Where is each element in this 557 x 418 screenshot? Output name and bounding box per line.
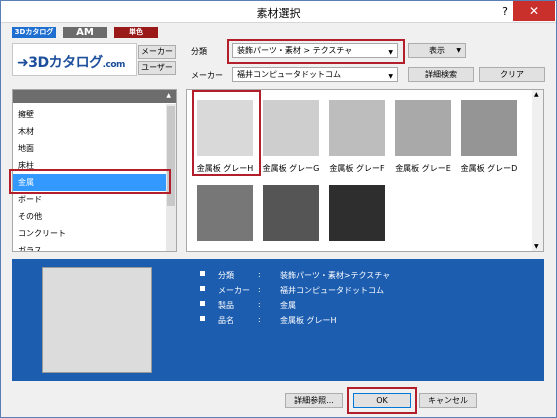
info-key: 品名 bbox=[218, 316, 234, 325]
tab-am[interactable]: AM bbox=[63, 27, 107, 38]
info-separator: : bbox=[258, 285, 261, 294]
material-label: 金属板 グレーH bbox=[196, 164, 254, 173]
category-label: 分類 bbox=[191, 47, 207, 56]
category-scrollbar[interactable] bbox=[166, 104, 176, 251]
material-swatch[interactable] bbox=[395, 100, 451, 156]
material-label: 金属板 グレーE bbox=[395, 164, 451, 173]
material-swatch[interactable] bbox=[263, 100, 319, 156]
material-swatch[interactable] bbox=[461, 100, 517, 156]
info-value: 福井コンピュータドットコム bbox=[280, 286, 384, 295]
catalog-logo: ➜3Dカタログ.com bbox=[12, 43, 137, 76]
info-separator: : bbox=[258, 270, 261, 279]
bullet-icon bbox=[200, 301, 205, 306]
category-item[interactable]: 金属 bbox=[13, 174, 166, 191]
material-select-dialog: 素材選択 ? ✕ 3Dカタログ AM 単色 ➜3Dカタログ.com メーカー ユ… bbox=[0, 0, 557, 418]
category-item[interactable]: 地面 bbox=[13, 140, 166, 157]
category-list[interactable]: ▲ 擁壁 木材 地面 床柱 金属 ボード その他 コンクリート ガラス bbox=[12, 89, 177, 252]
material-swatch[interactable] bbox=[329, 185, 385, 241]
tab-solid-color[interactable]: 単色 bbox=[114, 27, 158, 38]
info-separator: : bbox=[258, 300, 261, 309]
category-select[interactable]: 装飾パーツ・素材 > テクスチャ ▼ bbox=[232, 43, 398, 58]
bullet-icon bbox=[200, 286, 205, 291]
category-item[interactable]: ボード bbox=[13, 191, 166, 208]
close-button[interactable]: ✕ bbox=[513, 1, 555, 21]
detail-reference-button[interactable]: 詳細参照... bbox=[285, 393, 343, 408]
material-swatch[interactable] bbox=[263, 185, 319, 241]
material-swatch[interactable] bbox=[197, 185, 253, 241]
info-value: 金属 bbox=[280, 301, 296, 310]
chevron-up-icon[interactable]: ▲ bbox=[534, 91, 539, 98]
material-swatch[interactable] bbox=[197, 100, 253, 156]
help-button[interactable]: ? bbox=[497, 5, 513, 18]
cancel-button[interactable]: キャンセル bbox=[419, 393, 477, 408]
category-item[interactable]: 床柱 bbox=[13, 157, 166, 174]
info-row: 製品: 金属 bbox=[200, 300, 500, 312]
material-swatch[interactable] bbox=[329, 100, 385, 156]
maker-label: メーカー bbox=[191, 71, 223, 80]
chevron-down-icon[interactable]: ▼ bbox=[534, 243, 539, 250]
title-bar: 素材選択 ? ✕ bbox=[1, 1, 556, 23]
maker-select[interactable]: 福井コンピュータドットコム ▼ bbox=[232, 67, 398, 82]
category-item[interactable]: コンクリート bbox=[13, 225, 166, 242]
material-label: 金属板 グレーD bbox=[460, 164, 518, 173]
chevron-down-icon: ▼ bbox=[456, 47, 461, 54]
user-filter-button[interactable]: ユーザー bbox=[138, 61, 176, 75]
grid-scrollbar[interactable]: ▲ ▼ bbox=[532, 90, 543, 251]
chevron-up-icon[interactable]: ▲ bbox=[166, 92, 171, 99]
info-key: メーカー bbox=[218, 286, 250, 295]
material-grid[interactable]: 金属板 グレーH 金属板 グレーG 金属板 グレーF 金属板 グレーE 金属板 グレーD… bbox=[186, 89, 544, 252]
info-key: 分類 bbox=[218, 271, 234, 280]
category-item[interactable]: ガラス bbox=[13, 242, 166, 251]
logo-text: ➜3Dカタログ.com bbox=[17, 55, 125, 71]
info-value: 金属板 グレーH bbox=[280, 316, 337, 325]
material-label: 金属板 グレーG bbox=[262, 164, 320, 173]
info-row: メーカー: 福井コンピュータドットコム bbox=[200, 285, 500, 297]
tab-3d-catalog[interactable]: 3Dカタログ bbox=[12, 27, 56, 38]
maker-filter-button[interactable]: メーカー bbox=[138, 45, 176, 59]
bullet-icon bbox=[200, 316, 205, 321]
bullet-icon bbox=[200, 271, 205, 276]
info-value: 装飾パーツ・素材>テクスチャ bbox=[280, 271, 391, 280]
scroll-thumb[interactable] bbox=[167, 106, 175, 206]
info-row: 品名: 金属板 グレーH bbox=[200, 315, 500, 327]
info-key: 製品 bbox=[218, 301, 234, 310]
material-preview bbox=[42, 267, 152, 373]
category-item[interactable]: 擁壁 bbox=[13, 106, 166, 123]
clear-button[interactable]: クリア bbox=[479, 67, 545, 82]
category-item[interactable]: その他 bbox=[13, 208, 166, 225]
window-title: 素材選択 bbox=[256, 7, 301, 20]
chevron-down-icon: ▼ bbox=[388, 73, 393, 80]
display-button[interactable]: 表示 ▼ bbox=[408, 43, 466, 58]
category-item[interactable]: 木材 bbox=[13, 123, 166, 140]
ok-button[interactable]: OK bbox=[353, 393, 411, 408]
material-info-panel: 分類: 装飾パーツ・素材>テクスチャメーカー: 福井コンピュータドットコム製品: 金属… bbox=[12, 259, 544, 381]
chevron-down-icon: ▼ bbox=[388, 49, 393, 56]
info-separator: : bbox=[258, 315, 261, 324]
category-list-header: ▲ bbox=[13, 90, 176, 103]
material-label: 金属板 グレーF bbox=[329, 164, 385, 173]
detail-search-button[interactable]: 詳細検索 bbox=[408, 67, 474, 82]
info-row: 分類: 装飾パーツ・素材>テクスチャ bbox=[200, 270, 500, 282]
arrow-icon: ➜ bbox=[17, 55, 29, 71]
